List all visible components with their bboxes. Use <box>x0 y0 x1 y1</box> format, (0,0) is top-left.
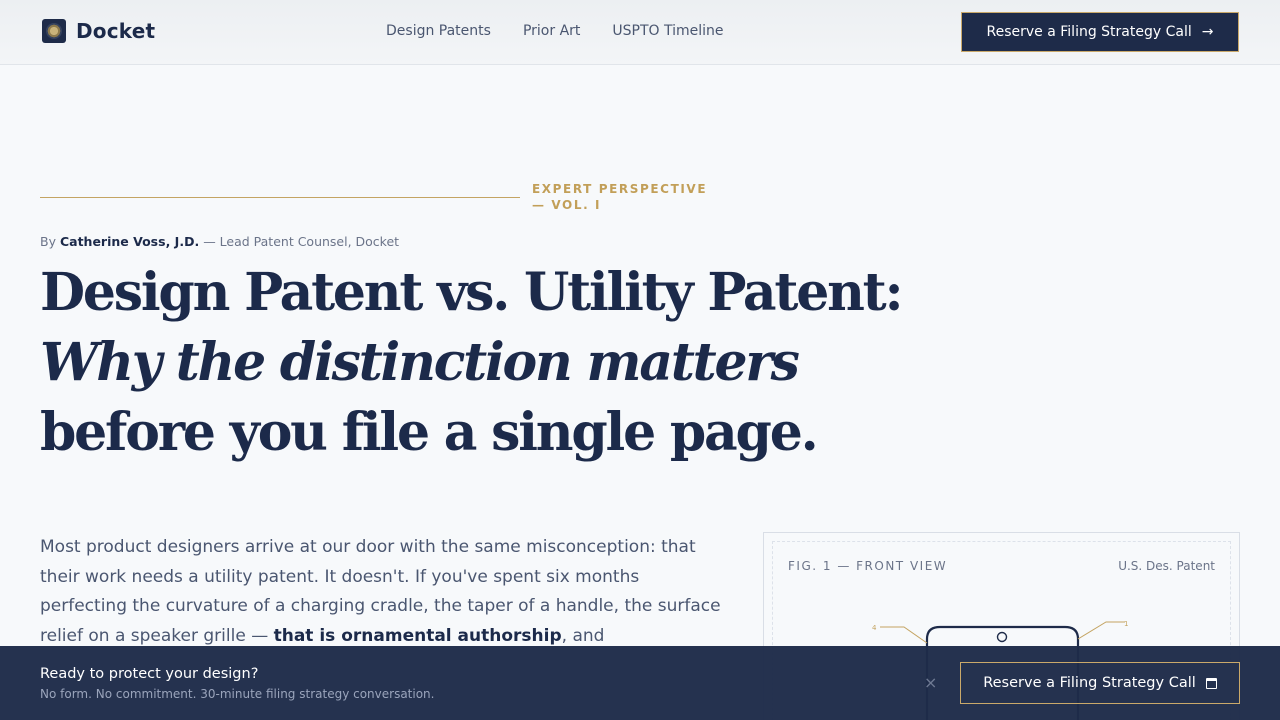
title-line-2: Why the distinction matters <box>40 332 800 393</box>
eyebrow-label: EXPERT PERSPECTIVE — VOL. I <box>532 181 732 213</box>
byline-role: — Lead Patent Counsel, Docket <box>203 234 400 249</box>
main-nav: Design Patents Prior Art USPTO Timeline <box>386 23 756 39</box>
article-intro: Most product designers arrive at our doo… <box>40 533 730 651</box>
nav-design-patents[interactable]: Design Patents <box>386 23 491 39</box>
callout-line-right <box>1077 621 1125 640</box>
eyebrow-line-1: EXPERT PERSPECTIVE <box>532 182 708 196</box>
cta-reserve-button[interactable]: Reserve a Filing Strategy Call <box>960 662 1240 704</box>
device-sensor <box>996 631 1008 643</box>
close-icon[interactable]: × <box>924 673 937 692</box>
site-header: Docket Design Patents Prior Art USPTO Ti… <box>0 0 1280 65</box>
callout-number-right: 1 <box>1124 620 1128 628</box>
reserve-call-button[interactable]: Reserve a Filing Strategy Call → <box>961 12 1239 52</box>
reserve-call-label: Reserve a Filing Strategy Call <box>986 24 1192 40</box>
sticky-cta-bar: Ready to protect your design? No form. N… <box>0 646 1280 720</box>
brand-name: Docket <box>76 19 156 43</box>
intro-emphasis: that is ornamental authorship <box>273 625 562 646</box>
cta-reserve-label: Reserve a Filing Strategy Call <box>983 675 1196 691</box>
crest-logo-icon <box>42 19 66 43</box>
nav-uspto-timeline[interactable]: USPTO Timeline <box>612 23 723 39</box>
eyebrow-divider <box>40 197 520 198</box>
byline: By Catherine Voss, J.D. — Lead Patent Co… <box>40 234 399 249</box>
cta-subtitle: No form. No commitment. 30-minute filing… <box>40 687 435 701</box>
callout-number-left: 4 <box>872 624 877 632</box>
nav-prior-art[interactable]: Prior Art <box>523 23 580 39</box>
byline-prefix: By <box>40 234 56 249</box>
calendar-icon <box>1205 677 1217 689</box>
brand[interactable]: Docket <box>42 19 155 43</box>
page-title: Design Patent vs. Utility Patent: Why th… <box>40 258 904 468</box>
cta-title: Ready to protect your design? <box>40 666 259 682</box>
byline-author: Catherine Voss, J.D. <box>59 234 200 249</box>
arrow-right-icon: → <box>1201 24 1214 40</box>
intro-text-end: , and <box>561 625 605 646</box>
title-line-3: before you file a single page. <box>40 402 819 463</box>
callout-line-left <box>880 626 928 644</box>
title-line-1: Design Patent vs. Utility Patent: <box>40 262 904 323</box>
eyebrow-line-2: — VOL. I <box>532 198 602 212</box>
